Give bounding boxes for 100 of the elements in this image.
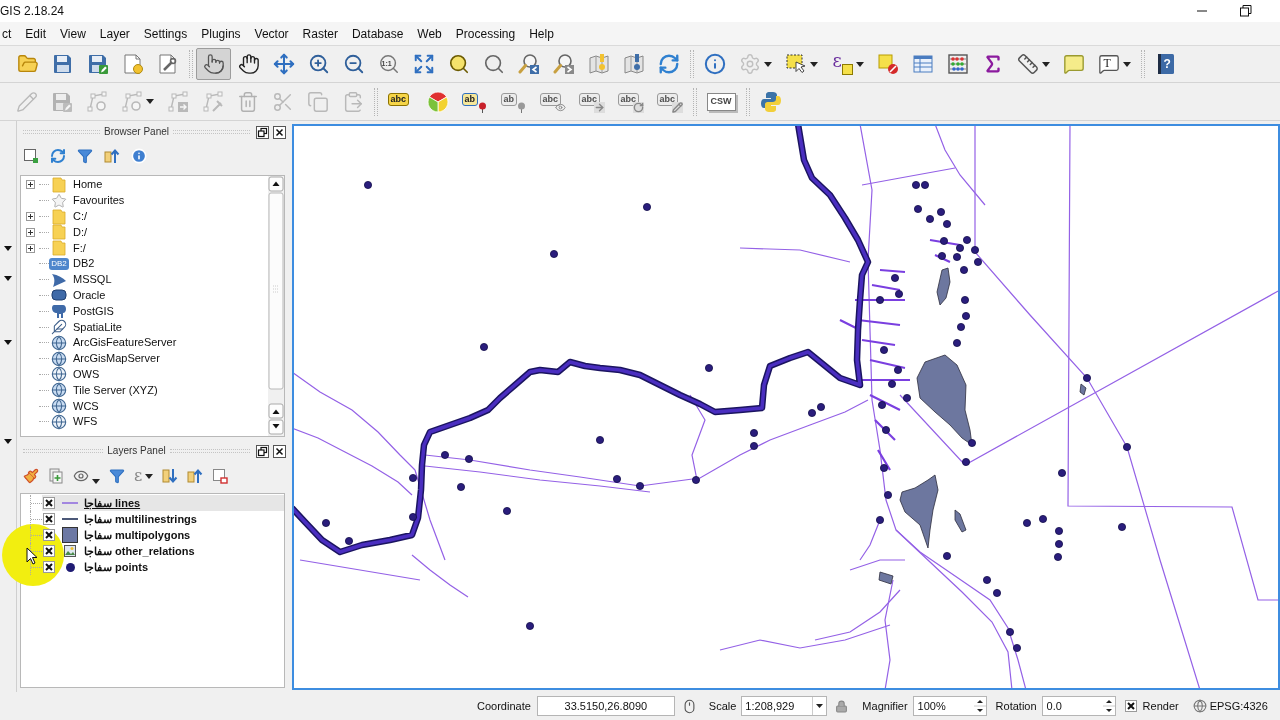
caret-icon bbox=[92, 479, 100, 484]
point-marker bbox=[894, 366, 902, 374]
tree-item[interactable]: C:/ bbox=[21, 208, 268, 225]
highlight-pinned-labels-button[interactable]: ab bbox=[455, 85, 494, 118]
menu-item[interactable]: Web bbox=[412, 27, 447, 40]
expand-icon[interactable] bbox=[26, 212, 35, 221]
layer-labeling-button[interactable]: abc bbox=[381, 85, 420, 118]
menu-item[interactable]: View bbox=[55, 27, 91, 40]
layer-name: سفاجا points bbox=[84, 561, 149, 573]
menu-item[interactable]: Help bbox=[524, 27, 559, 40]
refresh-icon[interactable] bbox=[50, 148, 66, 164]
tree-item[interactable]: ArcGisFeatureServer bbox=[21, 334, 268, 351]
tree-item[interactable]: Tile Server (XYZ) bbox=[21, 382, 268, 399]
point-marker bbox=[1013, 644, 1021, 652]
menu-item[interactable]: Vector bbox=[249, 27, 294, 40]
tree-item[interactable]: ArcGisMapServer bbox=[21, 350, 268, 367]
tree-item[interactable]: Home bbox=[21, 177, 268, 193]
point-marker bbox=[953, 339, 961, 347]
layer-checkbox[interactable] bbox=[43, 513, 55, 525]
filter-icon[interactable] bbox=[77, 148, 93, 164]
point-marker bbox=[705, 364, 713, 372]
paintbrush-icon[interactable] bbox=[23, 468, 39, 484]
lock-icon[interactable] bbox=[835, 699, 849, 713]
menu-item[interactable]: Raster bbox=[297, 27, 343, 40]
tree-item[interactable]: D:/ bbox=[21, 224, 268, 241]
menu-item[interactable]: Settings bbox=[138, 27, 193, 40]
nodes-icon bbox=[120, 90, 143, 113]
square-no-entry-icon bbox=[876, 53, 899, 75]
caret-icon bbox=[4, 276, 12, 281]
tree-item[interactable]: DB2 DB2 bbox=[21, 256, 268, 272]
tree-item[interactable]: SpatiaLite bbox=[21, 319, 268, 335]
tree-item[interactable]: OWS bbox=[21, 366, 268, 383]
layer-tree-row[interactable]: سفاجا multilinestrings bbox=[42, 511, 284, 527]
tree-item[interactable]: Favourites bbox=[21, 192, 268, 209]
point-marker bbox=[960, 266, 968, 274]
square-icon bbox=[841, 64, 853, 75]
expand-icon[interactable] bbox=[26, 180, 35, 190]
tree-item[interactable]: WCS bbox=[21, 398, 268, 414]
menu-item[interactable]: ct bbox=[0, 27, 17, 40]
expand-icon[interactable] bbox=[26, 227, 35, 237]
tree-item[interactable]: Oracle bbox=[21, 287, 268, 304]
help-button[interactable]: ? bbox=[1148, 48, 1183, 80]
point-marker bbox=[1083, 374, 1091, 382]
filter-icon[interactable] bbox=[109, 468, 125, 484]
magnifier-spinbox[interactable]: 100% bbox=[912, 696, 987, 716]
rotation-spinbox[interactable]: 0.0 bbox=[1041, 696, 1116, 716]
layer-checkbox[interactable] bbox=[43, 561, 55, 573]
add-group-icon[interactable] bbox=[48, 468, 64, 484]
point-marker bbox=[750, 442, 758, 450]
menu-item[interactable]: Edit bbox=[20, 27, 52, 40]
eye-icon[interactable] bbox=[73, 468, 89, 484]
close-button[interactable] bbox=[273, 125, 286, 139]
layer-tree-row[interactable]: سفاجا other_relations bbox=[42, 543, 284, 559]
render-checkbox[interactable] bbox=[1124, 700, 1137, 712]
layer-tree-row[interactable]: سفاجا points bbox=[42, 559, 284, 575]
tree-item[interactable]: F:/ bbox=[21, 240, 268, 256]
crs-button[interactable]: EPSG:4326 bbox=[1192, 697, 1268, 715]
render-label: Render bbox=[1142, 698, 1179, 714]
layer-tree-row[interactable]: سفاجا multipolygons bbox=[42, 527, 284, 543]
collapse-all-icon[interactable] bbox=[187, 468, 204, 484]
menu-item[interactable]: Plugins bbox=[196, 27, 246, 40]
restore-button[interactable] bbox=[1240, 5, 1252, 17]
scale-combo-box[interactable]: 1:208,929 bbox=[741, 696, 828, 716]
select-by-expression-button[interactable]: ε bbox=[824, 48, 870, 80]
layers-panel-title: Layers Panel bbox=[107, 446, 166, 456]
new-square-icon[interactable] bbox=[23, 148, 39, 164]
info-icon[interactable] bbox=[131, 148, 147, 164]
globe-icon bbox=[51, 366, 67, 383]
tree-item[interactable]: WFS bbox=[21, 413, 268, 430]
layer-checkbox[interactable] bbox=[43, 529, 55, 541]
point-marker bbox=[888, 380, 896, 388]
close-button[interactable] bbox=[273, 444, 286, 458]
trash-icon bbox=[236, 90, 259, 113]
caret-icon bbox=[145, 473, 154, 479]
hand-icon bbox=[237, 53, 260, 75]
csw-button[interactable]: CSW bbox=[700, 85, 742, 118]
mouse-icon[interactable] bbox=[681, 698, 697, 714]
float-button[interactable] bbox=[256, 444, 269, 458]
layer-checkbox[interactable] bbox=[43, 497, 55, 509]
tree-item[interactable]: MSSQL bbox=[21, 271, 268, 288]
layer-name: سفاجا multipolygons bbox=[84, 529, 191, 541]
touch-tool-button[interactable] bbox=[196, 48, 231, 80]
nodes-icon bbox=[166, 90, 189, 113]
expand-icon[interactable] bbox=[26, 243, 35, 253]
layer-checkbox[interactable] bbox=[43, 545, 55, 557]
menu-item[interactable]: Processing bbox=[450, 27, 521, 40]
vertical-scrollbar[interactable] bbox=[268, 176, 284, 436]
float-button[interactable] bbox=[256, 125, 269, 139]
feather-icon bbox=[51, 319, 67, 336]
eye-icon bbox=[554, 101, 566, 113]
coordinate-field[interactable]: 33.5150,26.8090 bbox=[536, 696, 675, 716]
menu-item[interactable]: Layer bbox=[94, 27, 135, 40]
remove-layer-icon[interactable] bbox=[212, 468, 229, 484]
text-annotation-button[interactable]: T bbox=[1091, 48, 1137, 80]
expand-all-icon[interactable] bbox=[162, 468, 179, 484]
tree-item[interactable]: PostGIS bbox=[21, 303, 268, 320]
point-marker bbox=[957, 323, 965, 331]
collapse-tree-icon[interactable] bbox=[104, 148, 120, 164]
menu-item[interactable]: Database bbox=[346, 27, 409, 40]
layer-tree-row[interactable]: سفاجا lines bbox=[42, 495, 284, 511]
